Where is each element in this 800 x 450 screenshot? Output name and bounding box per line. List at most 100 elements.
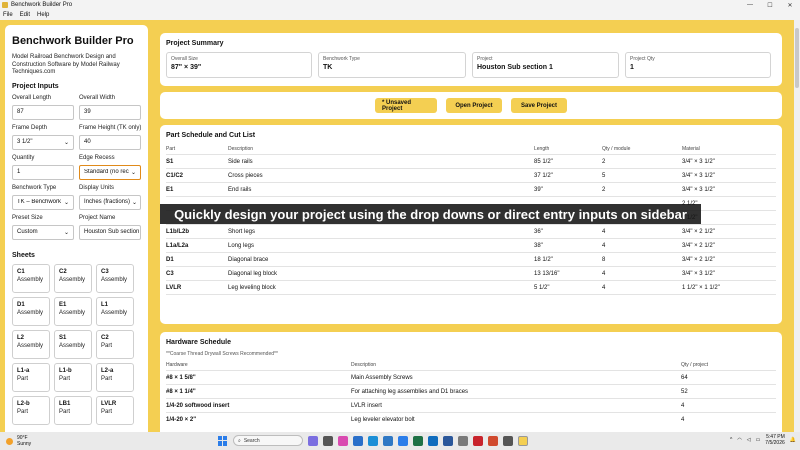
- sheet-type: Assembly: [17, 342, 44, 349]
- quantity-input[interactable]: 1: [12, 164, 74, 180]
- sheet-id: L1-a: [17, 367, 30, 374]
- minimize-icon[interactable]: —: [740, 2, 760, 8]
- table-cell: 4: [602, 270, 606, 277]
- overall-width-input[interactable]: 39: [79, 104, 141, 120]
- part-schedule-title: Part Schedule and Cut List: [166, 132, 256, 139]
- sheet-card[interactable]: L1-a Part: [12, 362, 50, 392]
- outlook-mail-icon[interactable]: [428, 435, 438, 446]
- preset-size-label: Preset Size: [12, 214, 43, 221]
- table-cell: LVLR insert: [351, 402, 382, 409]
- pdf-icon[interactable]: [473, 435, 483, 446]
- table-cell: Leg leveler elevator bolt: [351, 416, 415, 423]
- outlook-icon[interactable]: [353, 435, 363, 446]
- edge-recess-select[interactable]: Standard (no recess): [79, 164, 141, 180]
- menu-file[interactable]: File: [3, 12, 13, 18]
- scrollbar-thumb[interactable]: [795, 28, 799, 88]
- preset-size-select[interactable]: Custom: [12, 224, 74, 240]
- sheet-type: Assembly: [17, 309, 44, 316]
- summary-benchwork-type: Benchwork Type TK: [318, 52, 466, 78]
- sheet-card[interactable]: C2 Part: [96, 329, 134, 359]
- sheet-id: LB1: [59, 400, 71, 407]
- display-units-label: Display Units: [79, 184, 115, 191]
- sheet-card[interactable]: L2-b Part: [12, 395, 50, 425]
- column-header: Description: [351, 362, 377, 368]
- sheet-card[interactable]: C1 Assembly: [12, 263, 50, 293]
- frame-height-input[interactable]: 40: [79, 134, 141, 150]
- table-cell: 3/4" × 3 1/2": [682, 158, 715, 165]
- sheet-card[interactable]: L2-a Part: [96, 362, 134, 392]
- table-cell: Main Assembly Screws: [351, 374, 413, 381]
- project-summary-title: Project Summary: [166, 40, 224, 47]
- project-summary-card: Project Summary Overall Size 87" × 39" B…: [160, 33, 782, 86]
- menu-edit[interactable]: Edit: [20, 12, 30, 18]
- taskbar-search[interactable]: ⌕ Search: [233, 435, 303, 446]
- word-icon[interactable]: [443, 435, 453, 446]
- table-cell: D1: [166, 256, 174, 263]
- sheet-id: E1: [59, 301, 67, 308]
- display-units-select[interactable]: Inches (fractions): [79, 194, 141, 210]
- edge-icon[interactable]: [398, 435, 408, 446]
- hardware-note: **Coarse Thread Drywall Screws Recommend…: [166, 351, 278, 357]
- sheet-card[interactable]: D1 Assembly: [12, 296, 50, 326]
- table-cell: 85 1/2": [534, 158, 553, 165]
- table-cell: 3/4" × 2 1/2": [682, 228, 715, 235]
- paint-icon[interactable]: [383, 435, 393, 446]
- table-cell: 36": [534, 228, 543, 235]
- sheet-id: C1: [17, 268, 25, 275]
- sheet-card[interactable]: C3 Assembly: [96, 263, 134, 293]
- sheet-card[interactable]: E1 Assembly: [54, 296, 92, 326]
- sidebar-description: Model Railroad Benchwork Design and Cons…: [12, 54, 120, 75]
- summary-project: Project Houston Sub section 1: [472, 52, 619, 78]
- terminal-icon[interactable]: [458, 435, 468, 446]
- app-launcher-icon[interactable]: [308, 435, 318, 446]
- sheet-card[interactable]: L1-b Part: [54, 362, 92, 392]
- sheet-card[interactable]: S1 Assembly: [54, 329, 92, 359]
- vertical-scrollbar[interactable]: [794, 20, 800, 432]
- sheet-card[interactable]: LB1 Part: [54, 395, 92, 425]
- table-cell: 18 1/2": [534, 256, 553, 263]
- open-project-button[interactable]: Open Project: [446, 98, 502, 113]
- volume-icon[interactable]: ◁: [747, 437, 751, 443]
- window-icon[interactable]: [503, 435, 513, 446]
- search-placeholder: Search: [243, 437, 260, 444]
- wifi-icon[interactable]: ◠: [737, 437, 741, 443]
- project-name-label: Project Name: [79, 214, 116, 221]
- chevron-up-icon[interactable]: ^: [730, 437, 732, 443]
- photos-icon[interactable]: [368, 435, 378, 446]
- frame-depth-select[interactable]: 3 1/2": [12, 134, 74, 150]
- summary-label: Project Qty: [630, 56, 655, 62]
- table-cell: 5 1/2": [534, 284, 550, 291]
- notification-icon[interactable]: 🔔: [790, 437, 796, 443]
- close-icon[interactable]: ✕: [780, 2, 800, 9]
- sheet-card[interactable]: L2 Assembly: [12, 329, 50, 359]
- battery-icon[interactable]: ▭: [756, 437, 761, 443]
- sheet-type: Assembly: [17, 276, 44, 283]
- column-header: Qty / project: [681, 362, 708, 368]
- excel-icon[interactable]: [413, 435, 423, 446]
- unsaved-project-button[interactable]: * Unsaved Project: [375, 98, 437, 113]
- sheet-card[interactable]: L1 Assembly: [96, 296, 134, 326]
- clock[interactable]: 5:47 PM 7/5/2026: [765, 434, 784, 446]
- copilot-icon[interactable]: [338, 435, 348, 446]
- table-cell: Diagonal brace: [228, 256, 269, 263]
- sheet-id: C3: [101, 268, 109, 275]
- powerpoint-icon[interactable]: [488, 435, 498, 446]
- summary-label: Project: [477, 56, 493, 62]
- task-view-icon[interactable]: [323, 435, 333, 446]
- weather-widget[interactable]: 90°F Sunny: [6, 435, 66, 447]
- table-row: 1/4-20 softwood insert LVLR insert 4: [166, 399, 776, 413]
- benchwork-type-select[interactable]: TK – Benchwork with Legs: [12, 194, 74, 210]
- sidebar: Benchwork Builder Pro Model Railroad Ben…: [5, 25, 148, 432]
- overall-length-input[interactable]: 87: [12, 104, 74, 120]
- save-project-button[interactable]: Save Project: [511, 98, 567, 113]
- maximize-icon[interactable]: ☐: [760, 2, 780, 9]
- sheet-type: Assembly: [59, 342, 86, 349]
- sheet-card[interactable]: LVLR Part: [96, 395, 134, 425]
- sheet-card[interactable]: C2 Assembly: [54, 263, 92, 293]
- project-name-input[interactable]: Houston Sub section 1: [79, 224, 141, 240]
- benchwork-builder-icon[interactable]: [518, 435, 528, 446]
- menu-help[interactable]: Help: [37, 12, 49, 18]
- table-cell: LVLR: [166, 284, 182, 291]
- sheet-id: LVLR: [101, 400, 117, 407]
- start-icon[interactable]: [218, 435, 228, 446]
